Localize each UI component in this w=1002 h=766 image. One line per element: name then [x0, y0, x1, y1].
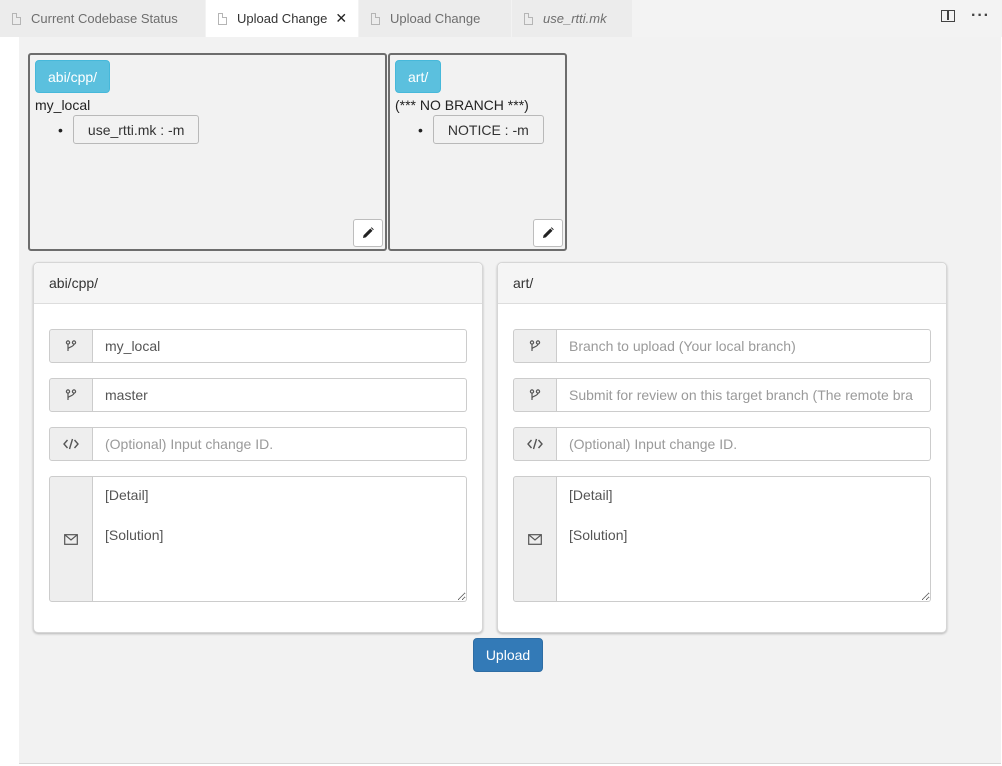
- file-icon: [524, 12, 533, 25]
- commit-message-group: [Detail] [Solution]: [49, 476, 467, 602]
- changed-file-chip[interactable]: use_rtti.mk : -m: [72, 115, 200, 144]
- commit-message-textarea[interactable]: [Detail] [Solution]: [93, 476, 467, 602]
- local-branch-group: [49, 329, 467, 363]
- tab-use-rtti-mk[interactable]: use_rtti.mk: [512, 0, 632, 37]
- local-branch-group: [513, 329, 931, 363]
- repo-badge: art/: [395, 60, 442, 93]
- tab-label: Current Codebase Status: [31, 11, 178, 26]
- file-icon: [371, 12, 380, 25]
- summary-branch-name: my_local: [35, 97, 91, 113]
- tab-label: Upload Change: [237, 11, 328, 26]
- summary-card-art: art/ (*** NO BRANCH ***) • NOTICE : -m: [388, 53, 567, 251]
- upload-change-view: abi/cpp/ my_local • use_rtti.mk : -m art…: [19, 37, 1001, 764]
- target-branch-input[interactable]: [93, 378, 467, 412]
- branch-icon: [49, 378, 93, 412]
- code-icon: [513, 427, 557, 461]
- code-icon: [49, 427, 93, 461]
- tab-label: use_rtti.mk: [543, 11, 607, 26]
- upload-panel-abi-cpp: abi/cpp/ [Detail] [Solution]: [33, 262, 483, 633]
- local-branch-input[interactable]: [557, 329, 931, 363]
- branch-icon: [513, 378, 557, 412]
- tab-label: Upload Change: [390, 11, 481, 26]
- upload-button[interactable]: Upload: [473, 638, 543, 672]
- tab-current-codebase-status[interactable]: Current Codebase Status: [0, 0, 205, 37]
- pencil-icon: [363, 227, 374, 238]
- edit-button[interactable]: [353, 219, 383, 247]
- pencil-icon: [543, 227, 554, 238]
- changed-file-chip[interactable]: NOTICE : -m: [432, 115, 544, 144]
- branch-icon: [513, 329, 557, 363]
- target-branch-input[interactable]: [557, 378, 931, 412]
- change-id-group: [49, 427, 467, 461]
- more-actions-icon[interactable]: ···: [971, 8, 990, 24]
- repo-badge: abi/cpp/: [35, 60, 111, 93]
- target-branch-group: [513, 378, 931, 412]
- envelope-icon: [49, 476, 93, 602]
- summary-branch-name: (*** NO BRANCH ***): [395, 97, 529, 113]
- file-icon: [12, 12, 21, 25]
- tab-upload-change-active[interactable]: Upload Change ✕: [206, 0, 358, 37]
- list-item: • use_rtti.mk : -m: [58, 115, 200, 144]
- target-branch-group: [49, 378, 467, 412]
- upload-panel-art: art/ [Detail] [Solution]: [497, 262, 947, 633]
- file-icon: [218, 12, 227, 25]
- list-item: • NOTICE : -m: [418, 115, 544, 144]
- tabbar-actions: ···: [941, 8, 990, 24]
- left-gutter: [0, 37, 19, 764]
- change-id-input[interactable]: [557, 427, 931, 461]
- change-id-group: [513, 427, 931, 461]
- tab-upload-change[interactable]: Upload Change: [359, 0, 511, 37]
- summary-card-abi-cpp: abi/cpp/ my_local • use_rtti.mk : -m: [28, 53, 387, 251]
- commit-message-textarea[interactable]: [Detail] [Solution]: [557, 476, 931, 602]
- editor-tabbar: Current Codebase Status Upload Change ✕ …: [0, 0, 1002, 37]
- bullet: •: [58, 121, 63, 138]
- commit-message-group: [Detail] [Solution]: [513, 476, 931, 602]
- panel-title: art/: [498, 263, 946, 304]
- changed-file-list: • NOTICE : -m: [418, 115, 544, 144]
- local-branch-input[interactable]: [93, 329, 467, 363]
- changed-file-list: • use_rtti.mk : -m: [58, 115, 200, 144]
- envelope-icon: [513, 476, 557, 602]
- bullet: •: [418, 121, 423, 138]
- split-editor-icon[interactable]: [941, 10, 956, 22]
- change-id-input[interactable]: [93, 427, 467, 461]
- close-icon[interactable]: ✕: [335, 10, 347, 27]
- branch-icon: [49, 329, 93, 363]
- panel-title: abi/cpp/: [34, 263, 482, 304]
- edit-button[interactable]: [533, 219, 563, 247]
